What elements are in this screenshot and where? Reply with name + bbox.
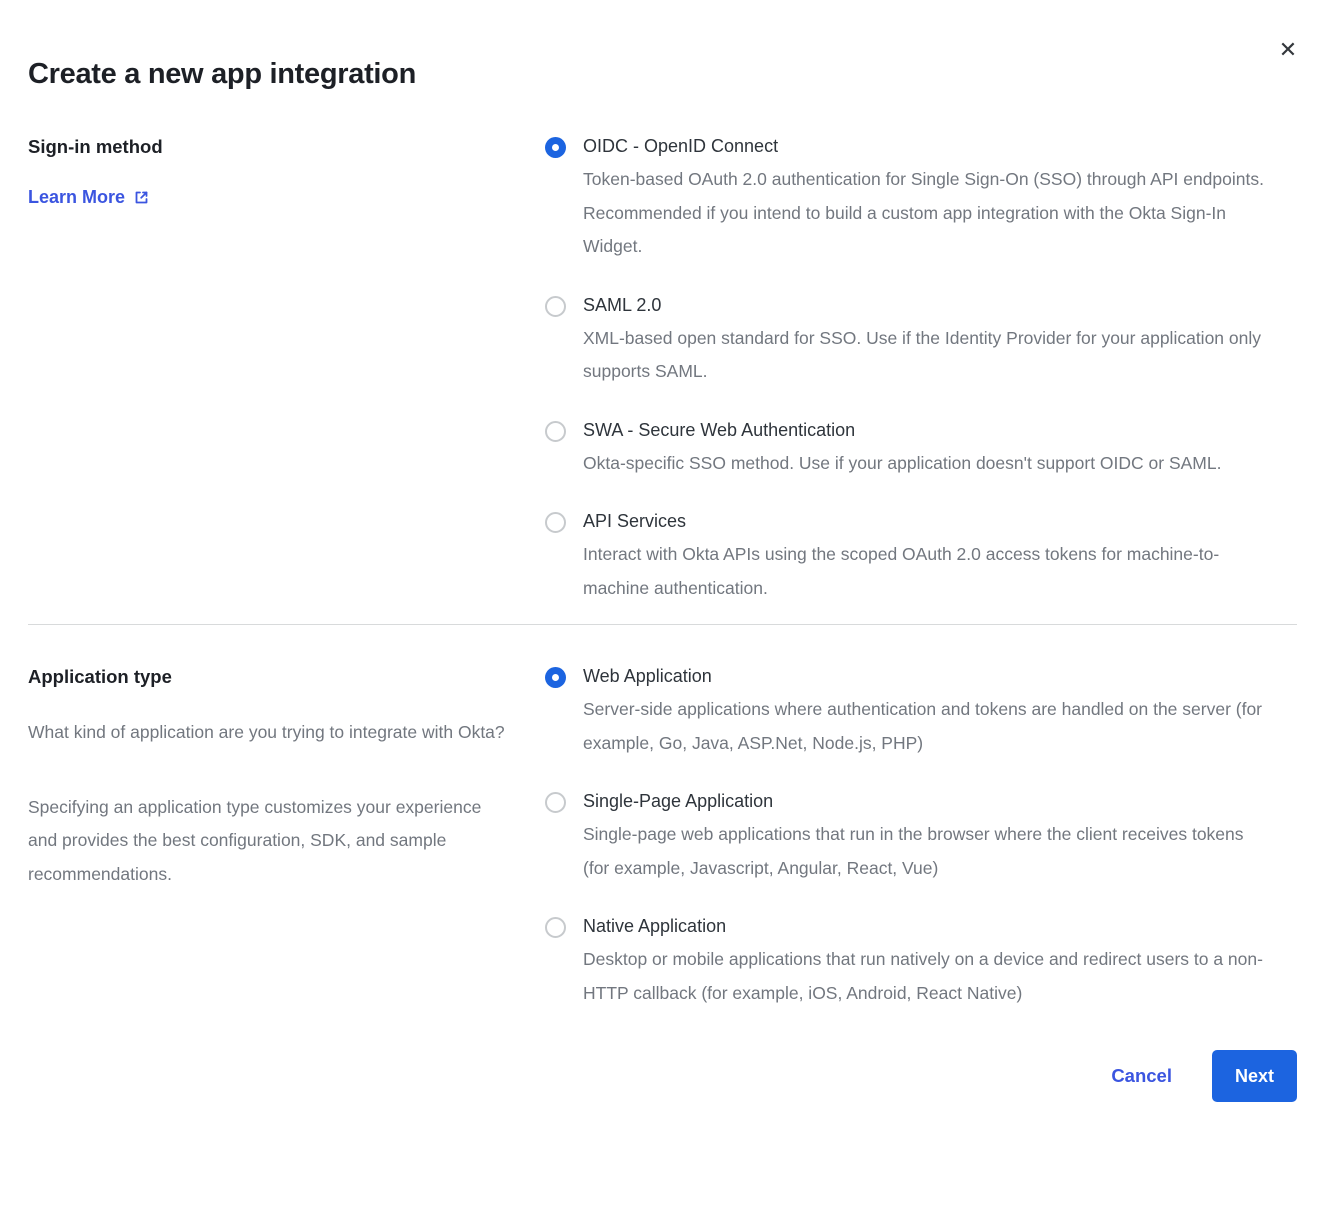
radio-button-icon[interactable] [545, 792, 566, 813]
sign-in-method-options: OIDC - OpenID Connect Token-based OAuth … [545, 135, 1265, 605]
radio-option-label: SAML 2.0 [583, 294, 1265, 317]
sign-in-method-radio-option[interactable]: SAML 2.0 XML-based open standard for SSO… [545, 294, 1265, 389]
create-app-integration-modal: ✕ Create a new app integration Sign-in m… [0, 0, 1332, 1210]
application-type-section: Application type What kind of applicatio… [28, 665, 1297, 1010]
application-type-label: Application type [28, 665, 525, 688]
sign-in-method-radio-option[interactable]: OIDC - OpenID Connect Token-based OAuth … [545, 135, 1265, 264]
cancel-button[interactable]: Cancel [1111, 1065, 1172, 1087]
learn-more-label: Learn More [28, 187, 125, 208]
radio-option-description: Interact with Okta APIs using the scoped… [583, 538, 1265, 605]
sign-in-method-section: Sign-in method Learn More OIDC - OpenID … [28, 135, 1297, 605]
sign-in-method-radio-option[interactable]: SWA - Secure Web Authentication Okta-spe… [545, 419, 1265, 481]
radio-option-text: Web Application Server-side applications… [583, 665, 1265, 760]
radio-option-description: Token-based OAuth 2.0 authentication for… [583, 163, 1265, 264]
radio-button-icon[interactable] [545, 512, 566, 533]
radio-option-label: Single-Page Application [583, 790, 1265, 813]
section-divider [28, 624, 1297, 625]
radio-option-label: Native Application [583, 915, 1265, 938]
radio-option-text: OIDC - OpenID Connect Token-based OAuth … [583, 135, 1265, 264]
radio-button-icon[interactable] [545, 296, 566, 317]
radio-option-text: SWA - Secure Web Authentication Okta-spe… [583, 419, 1221, 481]
close-button[interactable]: ✕ [1274, 36, 1302, 64]
application-type-question: What kind of application are you trying … [28, 716, 510, 750]
radio-option-description: Server-side applications where authentic… [583, 693, 1265, 760]
radio-option-text: Native Application Desktop or mobile app… [583, 915, 1265, 1010]
sign-in-method-left-column: Sign-in method Learn More [28, 135, 545, 605]
radio-option-label: API Services [583, 510, 1265, 533]
application-type-note: Specifying an application type customize… [28, 791, 510, 892]
next-button[interactable]: Next [1212, 1050, 1297, 1102]
learn-more-link[interactable]: Learn More [28, 187, 150, 208]
radio-option-description: Okta-specific SSO method. Use if your ap… [583, 447, 1221, 481]
radio-option-text: API Services Interact with Okta APIs usi… [583, 510, 1265, 605]
radio-button-icon[interactable] [545, 667, 566, 688]
radio-option-label: Web Application [583, 665, 1265, 688]
sign-in-method-label: Sign-in method [28, 135, 525, 158]
dialog-footer: Cancel Next [28, 1050, 1297, 1102]
dialog-title: Create a new app integration [28, 58, 1297, 91]
application-type-left-column: Application type What kind of applicatio… [28, 665, 545, 1010]
application-type-radio-option[interactable]: Single-Page Application Single-page web … [545, 790, 1265, 885]
radio-option-label: OIDC - OpenID Connect [583, 135, 1265, 158]
radio-button-icon[interactable] [545, 137, 566, 158]
application-type-options: Web Application Server-side applications… [545, 665, 1265, 1010]
radio-option-text: SAML 2.0 XML-based open standard for SSO… [583, 294, 1265, 389]
close-icon: ✕ [1279, 37, 1297, 62]
radio-button-icon[interactable] [545, 917, 566, 938]
application-type-radio-option[interactable]: Web Application Server-side applications… [545, 665, 1265, 760]
radio-button-icon[interactable] [545, 421, 566, 442]
radio-option-label: SWA - Secure Web Authentication [583, 419, 1221, 442]
radio-option-description: Single-page web applications that run in… [583, 818, 1265, 885]
radio-option-text: Single-Page Application Single-page web … [583, 790, 1265, 885]
radio-option-description: Desktop or mobile applications that run … [583, 943, 1265, 1010]
sign-in-method-radio-option[interactable]: API Services Interact with Okta APIs usi… [545, 510, 1265, 605]
radio-option-description: XML-based open standard for SSO. Use if … [583, 322, 1265, 389]
application-type-radio-option[interactable]: Native Application Desktop or mobile app… [545, 915, 1265, 1010]
external-link-icon [133, 189, 150, 206]
